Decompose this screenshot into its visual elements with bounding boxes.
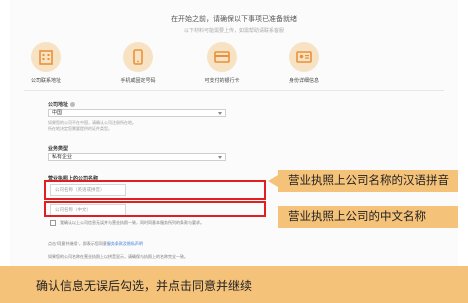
requirement-label: 手机或固定号码 [120, 78, 156, 84]
company-location-select[interactable]: 中国 [48, 109, 226, 117]
chinese-callout: 营业执照上公司的中文名称 [278, 206, 458, 228]
business-type-select[interactable]: 私有企业 [48, 153, 226, 161]
terms-link[interactable]: 服务条款及隐私声明 [107, 241, 143, 246]
intro-title: 在开始之前，请确保以下事项已准备就绪 [171, 16, 297, 23]
pinyin-callout: 营业执照上公司名称的汉语拼音 [268, 170, 458, 192]
credit-card-icon [207, 42, 237, 72]
company-location-label-text: 公司地址 [48, 102, 69, 108]
terms-line: 点击"同意并继续"，即表示您同意服务条款及隐私声明 [48, 241, 143, 247]
company-location-label: 公司地址 [48, 101, 76, 108]
company-location-value: 中国 [52, 110, 63, 116]
pinyin-highlight-box [44, 180, 266, 200]
chevron-down-icon [218, 156, 222, 159]
intro-subtitle: 以下材料可能需要上传，如需帮助请联系客服 [183, 28, 284, 34]
business-type-value: 私有企业 [52, 154, 73, 160]
terms-prefix: 点击"同意并继续"，即表示您同意 [48, 241, 107, 246]
intro: 在开始之前，请确保以下事项已准备就绪 以下材料可能需要上传，如需帮助请联系客服 [10, 14, 458, 34]
requirement-label: 公司联系地址 [30, 78, 61, 84]
id-card-icon [289, 42, 319, 72]
bottom-instruction-banner: 确认信息无误后勾选，并点击同意并继续 [0, 266, 468, 303]
requirement-label: 可支付的银行卡 [204, 78, 240, 84]
business-type-label: 业务类型 [48, 146, 69, 152]
chevron-down-icon [218, 112, 222, 115]
section-divider [24, 90, 444, 91]
registration-page: 在开始之前，请确保以下事项已准备就绪 以下材料可能需要上传，如需帮助请联系客服 … [10, 0, 458, 303]
notice-text: 如果您的公司名称在营业执照上以拼音显示，请确保与执照上的名称完全一致。 [48, 254, 188, 259]
chinese-highlight-box [44, 201, 266, 217]
requirement-identity: 身份详细信息 [272, 42, 336, 84]
info-icon[interactable] [70, 102, 76, 108]
confirm-text: 我确认以上公司信息无误并与营业执照一致，同时同意本服务所列的条款与要求。 [60, 220, 204, 225]
building-icon [31, 42, 61, 72]
phone-icon [123, 42, 153, 72]
requirement-address: 公司联系地址 [14, 42, 78, 84]
requirement-bank-card: 可支付的银行卡 [190, 42, 254, 84]
bottom-instruction-text: 确认信息无误后勾选，并点击同意并继续 [36, 279, 253, 293]
requirement-label: 身份详细信息 [288, 78, 319, 84]
requirement-phone: 手机或固定号码 [106, 42, 170, 84]
confirm-checkbox[interactable] [50, 220, 56, 226]
company-location-hint-2: 所在地决定您需要提供的证件类型。 [48, 126, 112, 131]
